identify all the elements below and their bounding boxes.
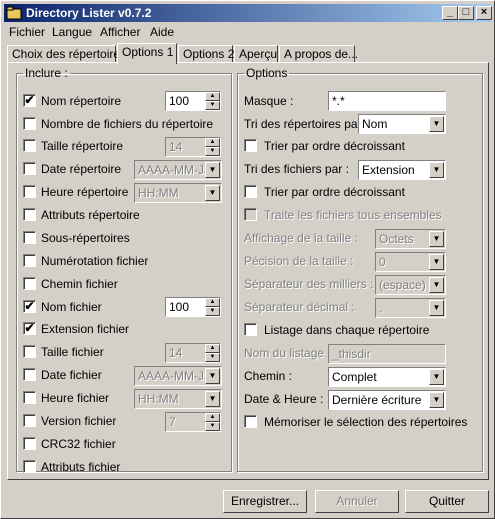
down-arrow-icon: ▼ <box>205 422 220 431</box>
maximize-button[interactable]: □ <box>458 6 474 20</box>
cancel-button: Annuler <box>315 490 399 513</box>
menu-aide[interactable]: Aide <box>150 25 174 39</box>
chevron-down-icon: ▼ <box>205 185 220 201</box>
up-arrow-icon: ▲ <box>205 138 220 147</box>
chevron-down-icon[interactable]: ▼ <box>429 369 444 385</box>
heure-repertoire-format-select: HH:MM ▼ <box>134 183 222 203</box>
nom-fichier-length-stepper[interactable]: 100 ▲ ▼ <box>165 297 221 317</box>
save-button[interactable]: Enregistrer... <box>223 490 307 513</box>
window-title: Directory Lister v0.7.2 <box>26 6 152 20</box>
folder-app-icon <box>6 6 22 20</box>
tab-apercu[interactable]: Aperçu <box>234 45 278 63</box>
separateur-milliers-label: Séparateur des milliers : <box>244 277 374 291</box>
inclure-legend: Inclure : <box>25 66 68 80</box>
separateur-decimal-label: Séparateur décimal : <box>244 300 355 314</box>
up-arrow-icon: ▲ <box>205 413 220 422</box>
options-group: Options Masque : *.* Tri des répertoires… <box>237 66 483 472</box>
date-heure-label: Date & Heure : <box>244 392 324 406</box>
menu-fichier[interactable]: Fichier <box>9 25 45 39</box>
nom-listage-input: _thisdir <box>328 344 446 364</box>
affichage-taille-select: Octets ▼ <box>375 229 446 249</box>
down-arrow-icon: ▼ <box>205 353 220 362</box>
chevron-down-icon[interactable]: ▼ <box>429 392 444 408</box>
title-bar[interactable]: Directory Lister v0.7.2 _ □ × <box>4 4 492 22</box>
date-heure-select[interactable]: Dernière écriture ▼ <box>328 390 446 410</box>
down-arrow-icon[interactable]: ▼ <box>205 101 220 110</box>
chevron-down-icon: ▼ <box>205 368 220 384</box>
heure-fichier-format-select: HH:MM ▼ <box>134 389 222 409</box>
date-fichier-format-select: AAAA-MM-JJ ▼ <box>134 366 222 386</box>
down-arrow-icon[interactable]: ▼ <box>205 307 220 316</box>
taille-repertoire-stepper: 14 ▲ ▼ <box>165 137 221 157</box>
minimize-button[interactable]: _ <box>442 6 458 20</box>
options-1-panel: Inclure : ✔ Nom répertoire 100 ▲ ▼ Nombre d… <box>7 62 489 480</box>
up-arrow-icon[interactable]: ▲ <box>205 92 220 101</box>
version-fichier-stepper: 7 ▲ ▼ <box>165 412 221 432</box>
precision-taille-select: 0 ▼ <box>375 252 446 272</box>
tri-repertoires-label: Tri des répertoires par : <box>244 117 369 131</box>
chevron-down-icon: ▼ <box>429 231 444 247</box>
chevron-down-icon: ▼ <box>429 277 444 293</box>
inclure-group: Inclure : ✔ Nom répertoire 100 ▲ ▼ Nombre d… <box>16 66 232 474</box>
up-arrow-icon[interactable]: ▲ <box>205 298 220 307</box>
nom-repertoire-length-stepper[interactable]: 100 ▲ ▼ <box>165 91 221 111</box>
app-window: Directory Lister v0.7.2 _ □ × Fichier La… <box>0 0 495 519</box>
tri-fichiers-select[interactable]: Extension ▼ <box>358 160 446 180</box>
taille-fichier-stepper: 14 ▲ ▼ <box>165 343 221 363</box>
tab-a-propos[interactable]: A propos de... <box>279 45 358 63</box>
tri-repertoires-select[interactable]: Nom ▼ <box>358 114 446 134</box>
close-button[interactable]: × <box>476 6 492 20</box>
tab-options-2[interactable]: Options 2 <box>178 45 234 63</box>
date-repertoire-format-select: AAAA-MM-JJ ▼ <box>134 160 222 180</box>
quit-button[interactable]: Quitter <box>405 490 489 513</box>
tab-options-1[interactable]: Options 1 <box>117 43 177 64</box>
precision-taille-label: Pécision de la taille : <box>244 254 354 268</box>
masque-label: Masque : <box>244 94 294 108</box>
nom-listage-label: Nom du listage : <box>244 346 331 360</box>
chevron-down-icon: ▼ <box>205 162 220 178</box>
menu-langue[interactable]: Langue <box>52 25 92 39</box>
separateur-milliers-select: (espace) ▼ <box>375 275 446 295</box>
options-legend: Options <box>246 66 288 80</box>
tab-choix-repertoires[interactable]: Choix des répertoires <box>7 45 126 63</box>
masque-input[interactable]: *.* <box>328 91 446 111</box>
up-arrow-icon: ▲ <box>205 344 220 353</box>
chevron-down-icon: ▼ <box>429 254 444 270</box>
chevron-down-icon: ▼ <box>205 391 220 407</box>
chevron-down-icon[interactable]: ▼ <box>429 162 444 178</box>
menu-afficher[interactable]: Afficher <box>100 25 140 39</box>
checkbox[interactable]: ✔ <box>23 94 36 107</box>
tri-fichiers-label: Tri des fichiers par : <box>244 162 349 176</box>
chevron-down-icon[interactable]: ▼ <box>429 116 444 132</box>
chemin-select[interactable]: Complet ▼ <box>328 367 446 387</box>
down-arrow-icon: ▼ <box>205 147 220 156</box>
affichage-taille-label: Affichage de la taille : <box>244 231 358 245</box>
separateur-decimal-select: . ▼ <box>375 298 446 318</box>
chevron-down-icon: ▼ <box>429 300 444 316</box>
chemin-label: Chemin : <box>244 369 293 383</box>
